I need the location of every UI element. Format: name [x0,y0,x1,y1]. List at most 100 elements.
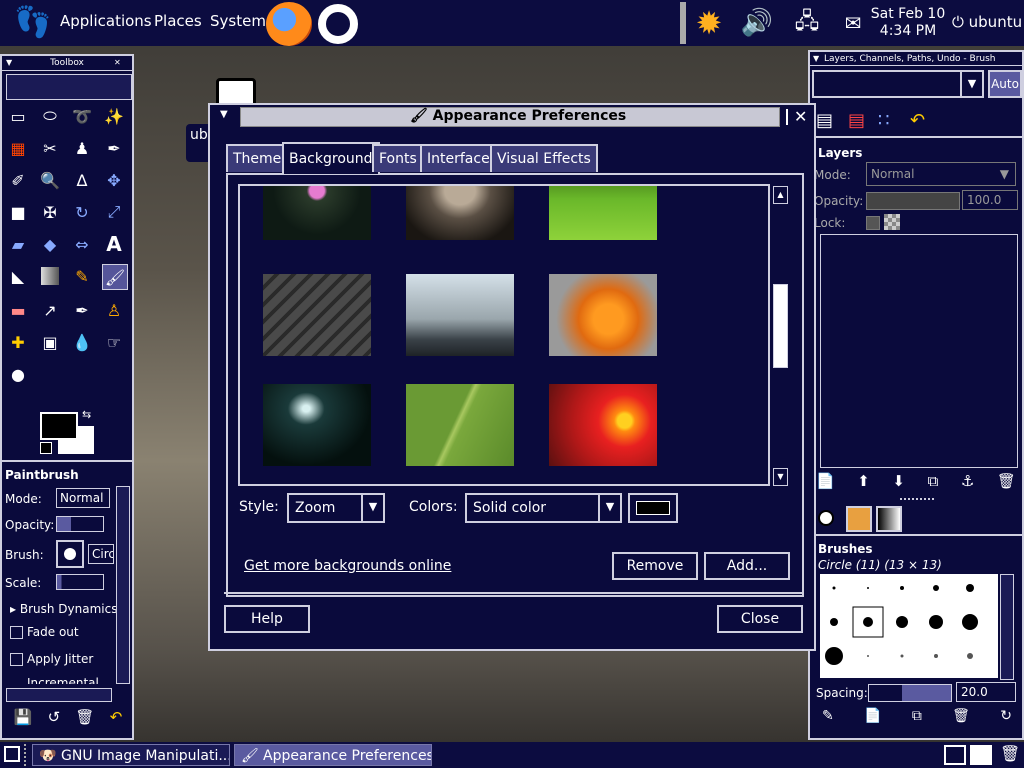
layers-dock-titlebar[interactable]: Layers, Channels, Paths, Undo - Brush [810,52,1022,66]
wallpaper-thumb-misty-sea[interactable] [406,274,514,356]
patterns-tab-icon[interactable] [846,506,872,532]
wallpaper-thumb-night-water[interactable] [263,384,371,466]
brush-grid[interactable] [820,574,998,678]
wallpaper-thumb-cobblestone[interactable] [263,274,371,356]
layers-tab-icon[interactable]: ▤ [816,110,833,131]
channels-tab-icon[interactable]: ▤ [848,110,865,131]
default-colors-icon[interactable] [40,442,52,454]
layers-opacity-slider[interactable] [866,192,960,210]
layers-mode-combo[interactable]: Normal ▼ [866,162,1016,186]
wallpaper-thumb-hands[interactable] [406,186,514,240]
layers-opacity-spin[interactable]: 100.0 [962,190,1018,210]
paths-tab-icon[interactable]: ∷ [878,110,889,131]
style-combo[interactable]: Zoom ▼ [287,493,385,523]
brush-grid-scrollbar[interactable] [1000,574,1014,680]
spacing-slider[interactable] [868,684,952,702]
brushes-tab-icon[interactable] [818,510,834,526]
help-lifebuoy-icon[interactable] [318,4,358,44]
wallpaper-thumb-grass[interactable] [549,186,657,240]
wallpaper-list[interactable] [238,184,770,486]
toolbox-close-icon[interactable]: ✕ [114,56,121,70]
fuzzy-select-tool-icon[interactable]: ✨ [102,104,126,128]
duplicate-layer-icon[interactable]: ⧉ [928,472,939,490]
edit-brush-icon[interactable]: ✎ [822,708,834,724]
toolbox-hscrollbar[interactable] [6,688,112,702]
perspective-clone-tool-icon[interactable]: ▣ [38,330,62,354]
airbrush-tool-icon[interactable]: ↗ [38,298,62,322]
wallpaper-thumb-green-leaf[interactable] [406,384,514,466]
places-menu[interactable]: Places [154,12,202,30]
smudge-tool-icon[interactable]: ☞ [102,330,126,354]
scroll-up-icon[interactable]: ▲ [773,186,788,204]
refresh-brushes-icon[interactable]: ↻ [1000,708,1012,724]
shear-tool-icon[interactable]: ▰ [6,232,30,256]
mail-icon[interactable]: ✉ [836,6,870,40]
eraser-tool-icon[interactable]: ▬ [6,298,30,322]
toolbox-menu-icon[interactable]: ▼ [6,56,12,70]
gnome-foot-icon[interactable]: 👣 [14,4,51,42]
apply-jitter-checkbox[interactable] [10,653,23,666]
tab-background[interactable]: Background [282,142,380,174]
blend-tool-icon[interactable] [41,267,59,285]
new-brush-icon[interactable]: 📄 [864,708,881,724]
swap-colors-icon[interactable]: ⇆ [82,408,91,421]
scale-slider[interactable] [56,574,104,590]
tab-visual-effects[interactable]: Visual Effects [490,144,598,172]
lock-alpha-checkbox[interactable] [866,216,880,230]
brush-name-field[interactable]: Circ [88,544,114,564]
scale-tool-icon[interactable]: ⤢ [102,200,126,224]
reset-options-icon[interactable]: ↶ [110,708,123,732]
image-selector-combo[interactable]: ▼ [812,70,984,98]
rotate-tool-icon[interactable]: ↻ [70,200,94,224]
flip-tool-icon[interactable]: ⇔ [70,232,94,256]
ink-tool-icon[interactable]: ✒ [70,298,94,322]
crop-tool-icon[interactable]: ✠ [38,200,62,224]
anchor-layer-icon[interactable]: ⚓ [961,472,974,490]
dodge-burn-tool-icon[interactable]: ● [6,362,30,386]
pencil-tool-icon[interactable]: ✎ [70,264,94,288]
move-tool-icon[interactable]: ✥ [102,168,126,192]
tab-interface[interactable]: Interface [420,144,497,172]
volume-icon[interactable]: 🔊 [740,6,774,40]
lower-layer-icon[interactable]: ⬇ [892,472,905,490]
toolbox-titlebar[interactable]: Toolbox [2,56,132,71]
scissors-tool-icon[interactable]: ✂ [38,136,62,160]
color-swatch-button[interactable] [628,493,678,523]
color-picker-tool-icon[interactable]: ✐ [6,168,30,192]
taskbar-appearance-preferences[interactable]: 🖌 Appearance Preferences [234,744,432,766]
clock[interactable]: Sat Feb 10 4:34 PM [870,6,946,40]
mode-combo[interactable]: Normal [56,488,110,508]
opacity-slider[interactable] [56,516,104,532]
new-layer-icon[interactable]: 📄 [816,472,835,490]
paintbrush-tool-icon[interactable]: 🖌 [102,264,128,290]
delete-layer-icon[interactable]: 🗑 [997,472,1016,490]
scroll-thumb[interactable] [773,284,788,368]
help-button[interactable]: Help [224,605,310,633]
text-tool-icon[interactable]: A [102,232,126,256]
wallpaper-thumb-red-flowers[interactable] [549,384,657,466]
raise-layer-icon[interactable]: ⬆ [857,472,870,490]
wallpaper-thumb-lotus[interactable] [263,186,371,240]
duplicate-brush-icon[interactable]: ⧉ [912,708,922,724]
spacing-spin[interactable]: 20.0 [956,682,1016,702]
workspace-1[interactable] [944,745,966,765]
update-alert-icon[interactable]: ✹ [692,4,726,42]
delete-options-icon[interactable]: 🗑 [75,708,94,732]
foreground-color-swatch[interactable] [40,412,78,440]
tool-options-scrollbar[interactable] [116,486,130,684]
dialog-menu-icon[interactable]: ▼ [220,109,228,120]
workspace-2[interactable] [970,745,992,765]
tab-fonts[interactable]: Fonts [372,144,424,172]
brush-preview-button[interactable] [56,540,84,568]
clone-tool-icon[interactable]: ♙ [102,298,126,322]
panel-handle[interactable] [24,744,30,766]
workspace-switcher[interactable] [944,745,992,765]
firefox-icon[interactable] [266,2,312,46]
bucket-fill-tool-icon[interactable]: ◣ [6,264,30,288]
remove-button[interactable]: Remove [612,552,698,580]
system-menu[interactable]: System [210,12,266,30]
gradients-tab-icon[interactable] [876,506,902,532]
add-button[interactable]: Add... [704,552,790,580]
zoom-tool-icon[interactable]: 🔍 [38,168,62,192]
colors-combo[interactable]: Solid color ▼ [465,493,622,523]
